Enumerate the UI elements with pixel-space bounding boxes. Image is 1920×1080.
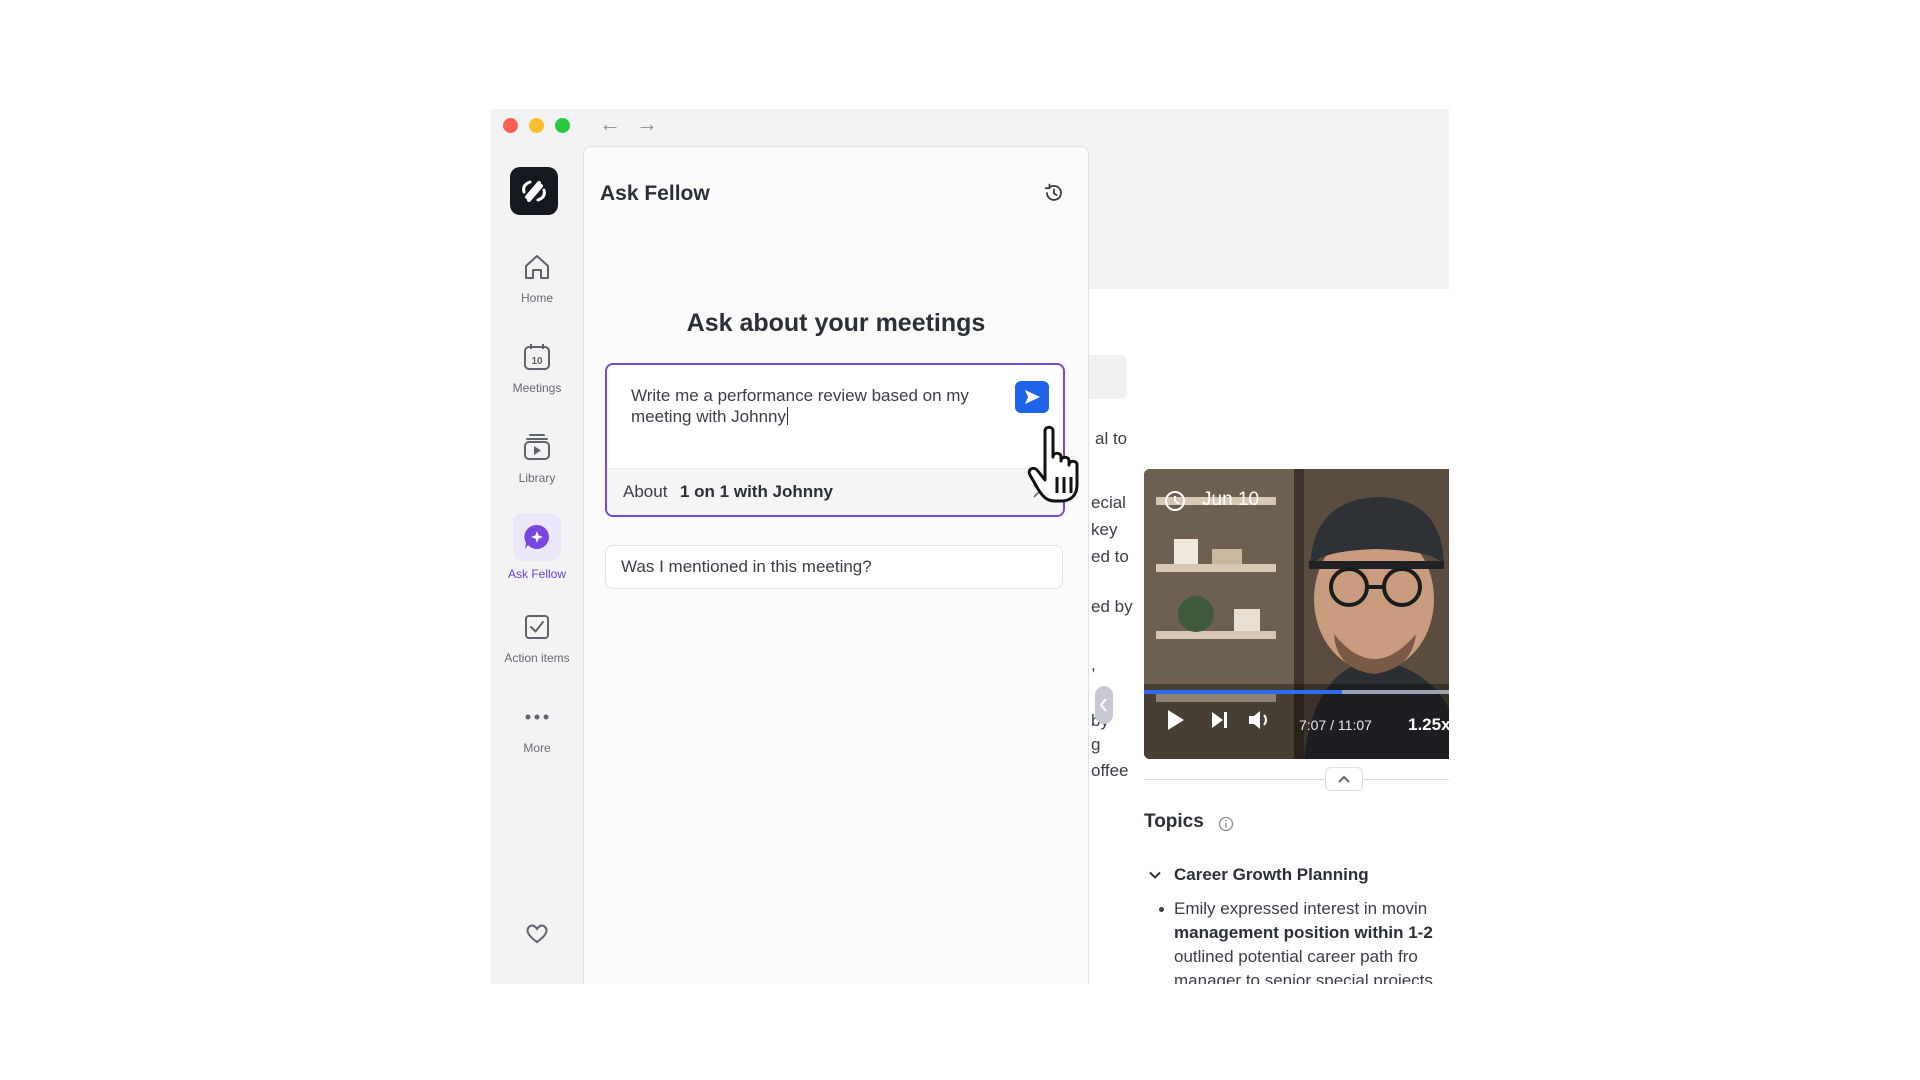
peek-box — [1087, 355, 1127, 399]
send-button[interactable] — [1015, 381, 1049, 413]
about-meeting-name: 1 on 1 with Johnny — [680, 482, 834, 501]
panel-collapse-handle[interactable] — [1095, 686, 1113, 724]
topic-bullet-line: Emily expressed interest in movin — [1174, 897, 1449, 921]
sidebar-item-label: Home — [520, 291, 553, 305]
sidebar-item-label: Library — [518, 471, 556, 485]
hand-pointer-icon — [1027, 425, 1079, 503]
sidebar: Home 10 Meetings Library Ask Fellow Acti… — [491, 149, 583, 984]
close-window-button[interactable] — [503, 118, 518, 133]
calendar-icon: 10 — [524, 344, 550, 370]
ask-input-box[interactable]: Write me a performance review based on m… — [605, 363, 1065, 517]
video-timestamp: 7:07 / 11:07 — [1299, 717, 1372, 733]
topic-bullets: Emily expressed interest in movin managem… — [1159, 897, 1449, 984]
topic-bullet-text: outlined potential career path fro — [1174, 947, 1418, 966]
zoom-window-button[interactable] — [555, 118, 570, 133]
sidebar-item-home[interactable]: Home — [491, 249, 583, 305]
sidebar-item-label: Action items — [504, 651, 570, 665]
sidebar-item-label: More — [523, 741, 551, 755]
fellow-logo-icon[interactable] — [510, 167, 558, 215]
topic-bullet-text: management position within 1-2 — [1174, 923, 1433, 942]
text-caret — [786, 407, 788, 425]
active-indicator — [513, 513, 561, 561]
topic-bullet-line: management position within 1-2 — [1174, 921, 1449, 945]
panel-heading: Ask about your meetings — [686, 309, 986, 337]
title-bar: ← → — [491, 109, 1449, 149]
video-frame — [1144, 469, 1449, 759]
ask-input-text[interactable]: Write me a performance review based on m… — [631, 385, 1001, 427]
meeting-video-player[interactable]: Jun 10 7:07 / 11:07 1.25x — [1144, 469, 1449, 759]
ask-fellow-icon — [524, 524, 549, 549]
ask-fellow-panel: Ask Fellow Ask about your meetings Write… — [583, 146, 1089, 984]
panel-title: Ask Fellow — [600, 182, 710, 205]
sidebar-item-meetings[interactable]: 10 Meetings — [491, 339, 583, 395]
back-arrow-icon[interactable]: ← — [599, 111, 621, 137]
sidebar-item-ask-fellow[interactable]: Ask Fellow — [491, 513, 583, 581]
calendar-day-number: 10 — [531, 356, 543, 367]
background-text: g — [1091, 735, 1101, 754]
background-text: al to — [1095, 429, 1128, 448]
heart-icon[interactable] — [524, 924, 550, 944]
playback-speed-button[interactable]: 1.25x — [1408, 715, 1449, 735]
home-icon — [525, 255, 549, 279]
sidebar-item-label: Ask Fellow — [507, 567, 566, 581]
sidebar-item-label: Meetings — [512, 381, 562, 395]
sidebar-item-library[interactable]: Library — [491, 429, 583, 485]
meeting-context-chip: About 1 on 1 with Johnny — [607, 468, 1063, 515]
more-icon — [525, 714, 549, 720]
sidebar-item-action-items[interactable]: Action items — [491, 609, 583, 665]
forward-arrow-icon[interactable]: → — [636, 111, 658, 137]
sidebar-item-more[interactable]: More — [491, 699, 583, 755]
topic-bullet-line: outlined potential career path fro — [1174, 945, 1449, 969]
history-icon[interactable] — [1042, 181, 1066, 205]
background-text: ed to — [1091, 547, 1129, 566]
collapse-video-button[interactable] — [1325, 767, 1363, 791]
topic-bullet-line: manager to senior special projects — [1174, 969, 1449, 984]
info-icon[interactable] — [1218, 816, 1234, 832]
chevron-up-icon — [1338, 775, 1350, 783]
video-date: Jun 10 — [1202, 489, 1260, 510]
topic-bullet-text: manager to senior special projects — [1174, 971, 1433, 984]
app-window: ← → Home 10 Meetings Library Ask Fellow … — [491, 109, 1449, 984]
checkbox-icon — [525, 615, 549, 639]
suggestion-text: Was I mentioned in this meeting? — [621, 557, 872, 576]
library-icon — [524, 434, 550, 460]
background-text: , — [1091, 655, 1096, 674]
chevron-down-icon[interactable] — [1147, 867, 1163, 883]
video-progress-fill — [1144, 690, 1342, 694]
divider — [1144, 779, 1449, 780]
topic-bullet-text: Emily expressed interest in movin — [1174, 899, 1428, 918]
background-text: offee — [1091, 761, 1129, 780]
meeting-detail-area: al to ecial key ed to ed by , by g offee — [1087, 289, 1449, 984]
suggestion-chip[interactable]: Was I mentioned in this meeting? — [605, 545, 1063, 589]
send-icon — [1025, 390, 1040, 404]
minimize-window-button[interactable] — [529, 118, 544, 133]
about-label: About — [623, 482, 668, 501]
topics-heading: Topics — [1144, 811, 1204, 832]
topic-bullet: Emily expressed interest in movin managem… — [1159, 897, 1449, 984]
background-text: key — [1091, 520, 1118, 539]
topic-title[interactable]: Career Growth Planning — [1174, 865, 1369, 885]
background-text: ed by — [1091, 597, 1133, 616]
